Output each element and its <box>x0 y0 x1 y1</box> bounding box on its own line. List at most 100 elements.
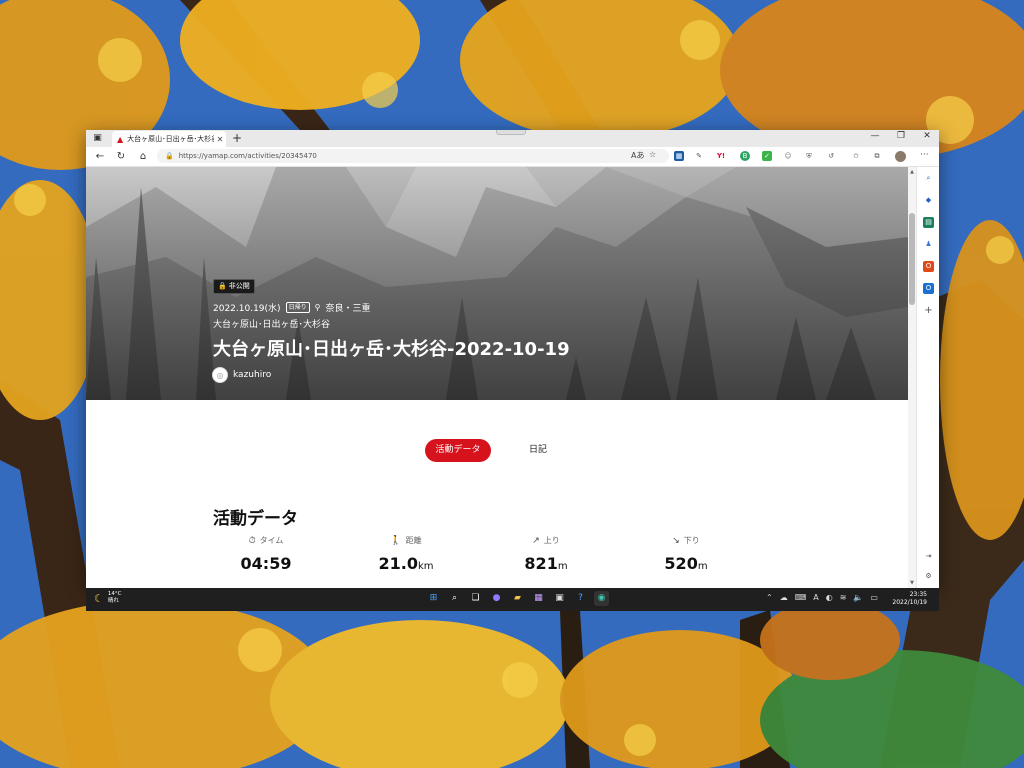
extension-shield-icon[interactable]: ⛨ <box>804 151 814 161</box>
volume-icon[interactable]: 🔈 <box>853 593 863 602</box>
stat-value: 21.0 <box>378 554 418 573</box>
read-aloud-icon[interactable]: Aあ <box>631 150 644 161</box>
stat-label: 距離 <box>405 536 422 545</box>
stat-descent: ↘ 下り 520m <box>626 535 746 574</box>
weather-temp: 14°C <box>107 591 122 597</box>
keyboard-icon[interactable]: ⌨ <box>795 593 807 602</box>
chat-icon[interactable]: ● <box>489 591 504 606</box>
extension-gray-icon[interactable]: ☺ <box>783 151 793 161</box>
help-icon[interactable]: ? <box>573 591 588 606</box>
system-tray: ⌃ ☁ ⌨ A ◐ ≋ 🔈 ▭ <box>766 593 878 602</box>
edge-icon[interactable]: ◉ <box>594 591 609 606</box>
activity-title: 大台ヶ原山･日出ヶ岳･大杉谷-2022-10-19 <box>213 339 570 360</box>
ime-icon[interactable]: A <box>813 593 818 602</box>
widgets-icon[interactable]: ▦ <box>531 591 546 606</box>
stat-time: ⏱ タイム 04:59 <box>206 535 326 574</box>
taskbar-clock[interactable]: 23:35 2022/10/19 <box>892 591 927 607</box>
yahoo-extension-icon[interactable]: Y! <box>716 151 726 161</box>
extension-blue-icon[interactable]: ▦ <box>674 151 684 161</box>
start-icon[interactable]: ⊞ <box>426 591 441 606</box>
tab-activity-data[interactable]: 活動データ <box>425 439 491 462</box>
private-label: 非公開 <box>228 282 250 290</box>
window-close-icon[interactable]: ✕ <box>919 131 935 141</box>
sidebar-hide-icon[interactable]: ⇥ <box>923 551 934 562</box>
tray-overflow-icon[interactable]: ⌃ <box>766 593 773 602</box>
favorites-icon[interactable]: ✩ <box>851 151 861 161</box>
stat-value: 821 <box>524 554 558 573</box>
address-bar-row: ← ↻ ⌂ 🔒 https://yamap.com/activities/203… <box>86 147 939 167</box>
task-view-icon[interactable]: ❏ <box>468 591 483 606</box>
collections-icon[interactable]: ⧉ <box>872 151 882 161</box>
user-avatar[interactable]: ◎ <box>212 367 228 383</box>
tab-diary[interactable]: 日記 <box>526 439 550 462</box>
mountain-area-link[interactable]: 大台ヶ原山･日出ヶ岳･大杉谷 <box>213 317 330 330</box>
stat-distance: 🚶 距離 21.0km <box>346 535 466 574</box>
sidebar-office-icon[interactable]: O <box>923 261 934 272</box>
site-info-icon[interactable]: 🔒 <box>165 152 174 160</box>
back-icon[interactable]: ← <box>93 150 107 163</box>
sidebar-settings-icon[interactable]: ⚙ <box>923 571 934 582</box>
stat-ascent: ↗ 上り 821m <box>486 535 606 574</box>
url-text: https://yamap.com/activities/20345470 <box>178 152 317 160</box>
section-title-activity-data: 活動データ <box>213 509 298 529</box>
refresh-icon[interactable]: ↻ <box>114 150 128 163</box>
search-icon[interactable]: ⌕ <box>447 591 462 606</box>
sidebar-outlook-icon[interactable]: O <box>923 283 934 294</box>
favorite-star-icon[interactable]: ☆ <box>649 150 656 159</box>
restore-icon[interactable]: ❐ <box>893 131 909 141</box>
username[interactable]: kazuhiro <box>233 370 271 380</box>
window-grab-handle[interactable] <box>496 130 526 135</box>
taskbar: ☾ 14°C 晴れ ⊞ ⌕ ❏ ● ▰ ▦ ▣ ? ◉ ⌃ ☁ ⌨ A ◐ ≋ … <box>86 588 939 611</box>
browser-tab-active[interactable]: ▲ 大台ヶ原山･日出ヶ岳･大杉谷-20... ✕ <box>112 131 226 147</box>
tab-actions-icon[interactable]: ▣ <box>92 133 103 144</box>
home-icon[interactable]: ⌂ <box>136 150 150 163</box>
activity-stats: ⏱ タイム 04:59 🚶 距離 21.0km ↗ 上り 821m ↘ 下り 520m <box>206 535 766 588</box>
arrow-up-right-icon: ↗ <box>532 535 540 546</box>
stat-label: 上り <box>543 536 560 545</box>
location-pin-icon: ⚲ <box>314 303 321 312</box>
minimize-icon[interactable]: — <box>867 131 883 141</box>
stat-value: 520 <box>664 554 698 573</box>
profile-avatar[interactable] <box>895 151 906 162</box>
scrollbar-thumb[interactable] <box>909 213 915 305</box>
extension-green-icon[interactable]: B <box>740 151 750 161</box>
more-menu-icon[interactable]: ··· <box>920 150 929 160</box>
file-explorer-icon[interactable]: ▰ <box>510 591 525 606</box>
activity-location[interactable]: 奈良・三重 <box>325 301 370 314</box>
extension-pin-icon[interactable]: ✎ <box>694 151 704 161</box>
scroll-down-icon[interactable]: ▼ <box>908 580 916 586</box>
wifi-icon[interactable]: ≋ <box>840 593 847 602</box>
user-link[interactable]: ◎ kazuhiro <box>212 367 271 383</box>
onedrive-icon[interactable]: ☁ <box>780 593 788 602</box>
arrow-down-right-icon: ↘ <box>672 535 680 546</box>
sidebar-search-icon[interactable]: ⌕ <box>923 173 934 184</box>
stopwatch-icon: ⏱ <box>248 535 256 546</box>
page-viewport: 🔒 非公開 2022.10.19(水) 日帰り ⚲ 奈良・三重 大台ヶ原山･日出… <box>86 167 908 588</box>
tab-title: 大台ヶ原山･日出ヶ岳･大杉谷-20... <box>127 135 214 143</box>
edge-sidebar: ⌕ ◆ ▤ ♟ O O + ⇥ ⚙ <box>916 167 939 588</box>
location-icon[interactable]: ◐ <box>826 593 833 602</box>
new-tab-icon[interactable]: + <box>232 131 242 145</box>
sidebar-add-icon[interactable]: + <box>923 305 934 316</box>
store-icon[interactable]: ▣ <box>552 591 567 606</box>
day-hike-tag: 日帰り <box>285 302 310 313</box>
clock-date: 2022/10/19 <box>892 599 927 606</box>
tab-close-icon[interactable]: ✕ <box>214 135 226 144</box>
sidebar-tag-icon[interactable]: ◆ <box>923 195 934 206</box>
sidebar-tools-icon[interactable]: ▤ <box>923 217 934 228</box>
moon-icon: ☾ <box>94 591 104 605</box>
stat-unit: km <box>417 561 434 572</box>
page-scrollbar[interactable]: ▲ ▼ <box>908 167 916 588</box>
stat-label: タイム <box>259 536 284 545</box>
extension-refresh-icon[interactable]: ↺ <box>826 151 836 161</box>
scroll-up-icon[interactable]: ▲ <box>908 169 916 175</box>
tab-strip: ▣ ▲ 大台ヶ原山･日出ヶ岳･大杉谷-20... ✕ + — ❐ ✕ <box>86 130 939 147</box>
sidebar-games-icon[interactable]: ♟ <box>923 239 934 250</box>
mountain-illustration <box>86 167 908 400</box>
weather-widget[interactable]: ☾ 14°C 晴れ <box>94 591 121 605</box>
activity-date: 2022.10.19(水) <box>213 304 281 314</box>
browser-window: ▣ ▲ 大台ヶ原山･日出ヶ岳･大杉谷-20... ✕ + — ❐ ✕ ← ↻ ⌂… <box>86 130 939 588</box>
url-field[interactable]: 🔒 https://yamap.com/activities/20345470 <box>157 149 669 163</box>
extension-check-icon[interactable]: ✓ <box>762 151 772 161</box>
battery-icon[interactable]: ▭ <box>870 593 878 602</box>
